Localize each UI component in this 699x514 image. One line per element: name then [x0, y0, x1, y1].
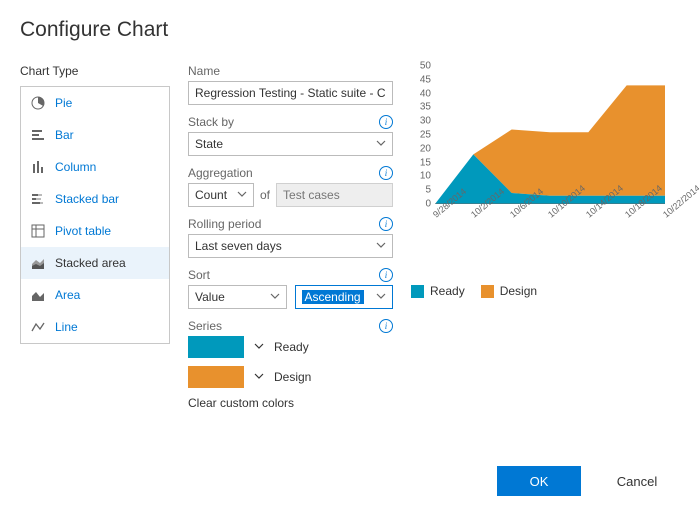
series-name: Ready: [274, 340, 309, 354]
chart-preview: 05101520253035404550 9/28/201410/2/20141…: [411, 64, 679, 420]
series-color-swatch[interactable]: [188, 366, 244, 388]
legend-label: Design: [500, 284, 537, 298]
config-form: Name Stack by i State Aggregation i: [188, 64, 393, 420]
chart-plot: [435, 66, 665, 204]
info-icon[interactable]: i: [379, 319, 393, 333]
stackby-value: State: [195, 137, 223, 151]
aggregation-select[interactable]: Count: [188, 183, 254, 207]
legend-label: Ready: [430, 284, 465, 298]
chart-type-label: Stacked area: [55, 256, 126, 270]
chart-type-stacked-area[interactable]: Stacked area: [21, 247, 169, 279]
chevron-down-icon: [376, 137, 386, 151]
name-label: Name: [188, 64, 220, 78]
chart-type-heading: Chart Type: [20, 64, 170, 78]
chevron-down-icon[interactable]: [254, 370, 264, 384]
chart-type-sidebar: Chart Type Pie Bar Column Stacked bar: [20, 64, 170, 420]
chart-type-bar[interactable]: Bar: [21, 119, 169, 151]
pie-icon: [31, 96, 45, 110]
chevron-down-icon: [376, 239, 386, 253]
stackby-label: Stack by: [188, 115, 234, 129]
rolling-label: Rolling period: [188, 217, 261, 231]
chart-type-label: Pivot table: [55, 224, 111, 238]
chevron-down-icon: [270, 290, 280, 304]
info-icon[interactable]: i: [379, 166, 393, 180]
series-name: Design: [274, 370, 311, 384]
series-label: Series: [188, 319, 222, 333]
aggregation-of-label: of: [260, 188, 270, 202]
chart-type-pivot-table[interactable]: Pivot table: [21, 215, 169, 247]
column-icon: [31, 160, 45, 174]
name-input[interactable]: [188, 81, 393, 105]
chart-type-column[interactable]: Column: [21, 151, 169, 183]
legend-item: Ready: [411, 284, 465, 298]
sort-label: Sort: [188, 268, 210, 282]
clear-custom-colors-link[interactable]: Clear custom colors: [188, 396, 393, 410]
chart-type-area[interactable]: Area: [21, 279, 169, 311]
aggregation-field: Test cases: [276, 183, 393, 207]
chart-type-label: Bar: [55, 128, 74, 142]
line-icon: [31, 320, 45, 334]
series-color-swatch[interactable]: [188, 336, 244, 358]
sort-by-select[interactable]: Value: [188, 285, 287, 309]
series-row: Ready: [188, 336, 393, 358]
chart-type-label: Stacked bar: [55, 192, 119, 206]
chevron-down-icon[interactable]: [254, 340, 264, 354]
stacked-bar-icon: [31, 192, 45, 206]
rolling-select[interactable]: Last seven days: [188, 234, 393, 258]
bar-icon: [31, 128, 45, 142]
aggregation-label: Aggregation: [188, 166, 253, 180]
y-axis-labels: 05101520253035404550: [411, 64, 433, 204]
sort-direction-value: Ascending: [302, 290, 364, 304]
ok-button[interactable]: OK: [497, 466, 581, 496]
chart-type-pie[interactable]: Pie: [21, 87, 169, 119]
sort-direction-select[interactable]: Ascending: [295, 285, 394, 309]
legend-swatch: [481, 285, 494, 298]
aggregation-value: Count: [195, 188, 227, 202]
info-icon[interactable]: i: [379, 268, 393, 282]
stacked-area-icon: [31, 256, 45, 270]
sort-by-value: Value: [195, 290, 225, 304]
rolling-value: Last seven days: [195, 239, 282, 253]
chart-type-list: Pie Bar Column Stacked bar Pivot table: [20, 86, 170, 344]
area-icon: [31, 288, 45, 302]
pivot-table-icon: [31, 224, 45, 238]
series-row: Design: [188, 366, 393, 388]
info-icon[interactable]: i: [379, 217, 393, 231]
chart-type-line[interactable]: Line: [21, 311, 169, 343]
dialog-title: Configure Chart: [20, 18, 679, 42]
stackby-select[interactable]: State: [188, 132, 393, 156]
info-icon[interactable]: i: [379, 115, 393, 129]
chart-type-label: Area: [55, 288, 80, 302]
legend-item: Design: [481, 284, 537, 298]
chart-type-stacked-bar[interactable]: Stacked bar: [21, 183, 169, 215]
chevron-down-icon: [376, 290, 386, 304]
chevron-down-icon: [237, 188, 247, 202]
chart-type-label: Pie: [55, 96, 72, 110]
legend-swatch: [411, 285, 424, 298]
cancel-button[interactable]: Cancel: [595, 466, 679, 496]
chart-legend: Ready Design: [411, 284, 679, 298]
chart-type-label: Column: [55, 160, 96, 174]
chart-type-label: Line: [55, 320, 78, 334]
